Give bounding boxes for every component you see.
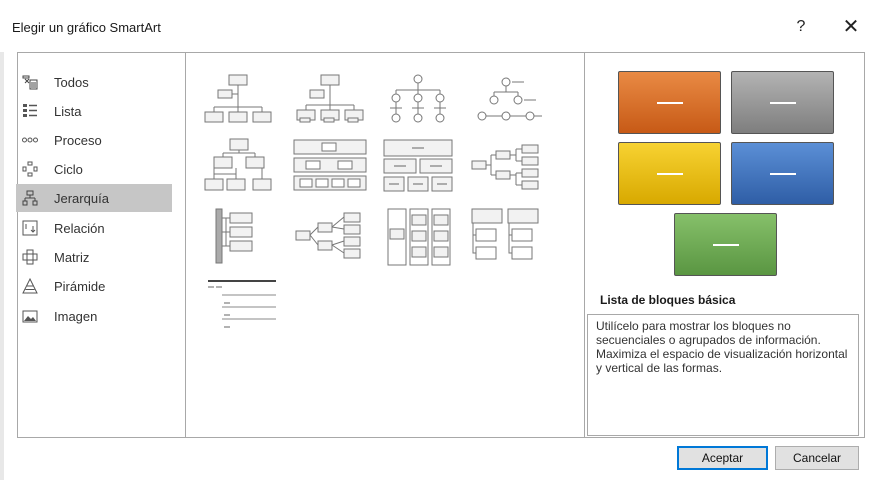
cycle-icon: [20, 159, 40, 179]
layout-table-hierarchy[interactable]: [380, 137, 456, 197]
layout-table-list[interactable]: [200, 275, 278, 335]
preview-block-orange: [618, 71, 721, 134]
layout-circle-picture-hierarchy[interactable]: [380, 72, 456, 132]
title-bar: Elegir un gráfico SmartArt ? ✕: [0, 0, 875, 52]
category-label: Matriz: [54, 249, 90, 265]
category-item-imagen[interactable]: Imagen: [16, 302, 172, 330]
window-edge: [0, 0, 4, 480]
picture-icon: [20, 306, 40, 326]
category-label: Jerarquía: [54, 190, 109, 206]
preview-block-blue: [731, 142, 834, 205]
layout-labeled-hierarchy[interactable]: [468, 72, 544, 132]
matrix-icon: [20, 247, 40, 267]
layout-architecture-layout[interactable]: [380, 207, 456, 267]
layout-horizontal-hierarchy[interactable]: [468, 137, 544, 197]
category-label: Pirámide: [54, 278, 106, 294]
category-label: Imagen: [54, 308, 98, 324]
help-button[interactable]: ?: [787, 14, 815, 42]
layout-lined-list-hierarchy[interactable]: [468, 207, 544, 267]
close-button[interactable]: ✕: [837, 14, 865, 42]
category-label: Ciclo: [54, 161, 83, 177]
preview-panel: Lista de bloques básica Utilícelo para m…: [585, 52, 865, 438]
layout-org-chart[interactable]: [200, 72, 276, 132]
category-item-piramide[interactable]: Pirámide: [16, 272, 172, 300]
dialog-title: Elegir un gráfico SmartArt: [12, 20, 161, 35]
layout-description: Utilícelo para mostrar los bloques no se…: [587, 314, 859, 436]
category-item-matriz[interactable]: Matriz: [16, 243, 172, 271]
layout-hierarchy[interactable]: [200, 137, 276, 197]
ok-button[interactable]: Aceptar: [677, 446, 768, 470]
category-item-relacion[interactable]: Relación: [16, 214, 172, 242]
layout-name-title-org-chart[interactable]: [292, 72, 368, 132]
process-icon: [20, 130, 40, 150]
all-icon: [20, 72, 40, 92]
preview-block-green: [674, 213, 777, 276]
category-item-lista[interactable]: Lista: [16, 97, 172, 125]
category-label: Relación: [54, 220, 105, 236]
category-label: Lista: [54, 103, 82, 119]
category-item-proceso[interactable]: Proceso: [16, 126, 172, 154]
relationship-icon: [20, 218, 40, 238]
layout-hierarchy-list[interactable]: [200, 207, 276, 267]
layout-horizontal-multi-level-hierarchy[interactable]: [292, 207, 368, 267]
preview-block-gray: [731, 71, 834, 134]
category-item-todos[interactable]: Todos: [16, 68, 172, 96]
layout-horizontal-labeled-hierarchy[interactable]: [292, 137, 368, 197]
preview-block-yellow: [618, 142, 721, 205]
hierarchy-icon: [20, 188, 40, 208]
category-label: Todos: [54, 74, 89, 90]
layout-title: Lista de bloques básica: [600, 293, 736, 307]
list-icon: [20, 101, 40, 121]
category-item-jerarquia[interactable]: Jerarquía: [16, 184, 172, 212]
category-item-ciclo[interactable]: Ciclo: [16, 155, 172, 183]
pyramid-icon: [20, 276, 40, 296]
category-label: Proceso: [54, 132, 102, 148]
cancel-button[interactable]: Cancelar: [775, 446, 859, 470]
